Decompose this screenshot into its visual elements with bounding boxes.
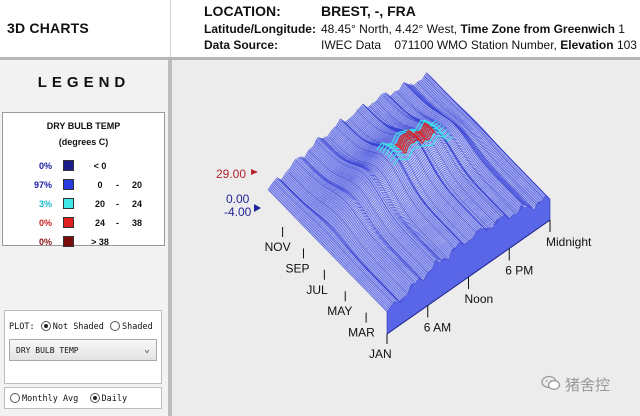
chevron-down-icon[interactable]: ⌄	[144, 344, 150, 355]
location-value: BREST, -, FRA	[321, 3, 416, 19]
legend-heading: LEGEND	[37, 74, 131, 91]
hour-label: 6 AM	[424, 321, 451, 335]
legend-range-low: 0	[97, 180, 103, 190]
legend-box: DRY BULB TEMP (degrees C) 0% < 0 97% 0-20 3%…	[2, 112, 165, 247]
period-options-panel: Monthly Avg Daily	[4, 387, 162, 409]
plot-options-row: PLOT: Not Shaded Shaded	[9, 321, 153, 332]
z-max-marker	[251, 169, 258, 175]
month-label: NOV	[265, 240, 291, 254]
legend-range-high: 38	[131, 218, 142, 228]
legend-range-low: > 38	[91, 237, 109, 247]
watermark: 猪舍控	[541, 372, 637, 398]
legend-range-low: 20	[94, 199, 105, 209]
plot-label: PLOT:	[9, 322, 35, 332]
legend-range-low: < 0	[93, 161, 107, 171]
daily-radio[interactable]	[89, 393, 100, 403]
month-label: MAY	[327, 304, 352, 318]
month-label: JUL	[306, 283, 328, 297]
legend-percent: 97%	[33, 180, 52, 190]
latlon-value: 48.45° North, 4.42° West,	[321, 22, 458, 36]
legend-swatch	[63, 236, 74, 247]
legend-range-dash: -	[116, 218, 119, 228]
legend-row: 0% < 0	[3, 159, 164, 175]
legend-percent: 0%	[38, 237, 52, 247]
legend-range-high: 24	[131, 199, 142, 209]
latlon-label: Latitude/Longitude:	[204, 22, 316, 36]
hour-label: Noon	[465, 292, 494, 306]
legend-row: 3% 20 - 24	[3, 197, 164, 213]
z-min-marker	[254, 204, 261, 212]
source-value-group: IWEC Data 071100 WMO Station Number, Ele…	[321, 38, 640, 52]
watermark-text: 猪舍控	[565, 376, 611, 394]
z-zero-label: 0.00	[226, 192, 250, 206]
month-label: MAR	[348, 326, 375, 340]
hour-label: 6 PM	[505, 264, 533, 278]
variable-select[interactable]: DRY BULB TEMP ⌄	[9, 339, 157, 361]
not-shaded-radio[interactable]	[40, 321, 51, 331]
month-label: JAN	[369, 347, 392, 361]
elevation-label: Elevation	[560, 38, 614, 52]
legend-row: 0% 24 - 38	[3, 216, 164, 232]
legend-percent: 0%	[38, 218, 52, 228]
chart-area: JAN MAR MAY JUL SEP NOV 6 AM Noon 6 PM Midnight 29…	[172, 60, 640, 416]
legend-swatch	[63, 160, 74, 171]
daily-label[interactable]: Daily	[102, 394, 128, 404]
legend-range-dash: -	[116, 180, 119, 190]
monthly-avg-label[interactable]: Monthly Avg	[22, 394, 78, 404]
source-value: IWEC Data	[321, 38, 382, 52]
monthly-avg-radio[interactable]	[10, 393, 20, 403]
legend-percent: 3%	[38, 199, 52, 209]
surface-chart: JAN MAR MAY JUL SEP NOV 6 AM Noon 6 PM Midnight 29…	[216, 72, 592, 361]
z-max-label: 29.00	[216, 167, 246, 181]
z-min-label: -4.00	[224, 205, 252, 219]
latlon-value-group: 48.45° North, 4.42° West, Time Zone from…	[321, 22, 625, 36]
legend-swatch	[63, 198, 74, 209]
shaded-label[interactable]: Shaded	[122, 322, 153, 332]
station-value: 071100 WMO Station Number,	[394, 38, 557, 52]
variable-select-value: DRY BULB TEMP	[16, 346, 79, 355]
timezone-value: 1	[618, 22, 625, 36]
hour-label: Midnight	[546, 235, 592, 249]
plot-options-panel: PLOT: Not Shaded Shaded DRY BULB TEMP ⌄	[4, 310, 162, 384]
timezone-label: Time Zone from Greenwich	[460, 22, 615, 36]
location-label: LOCATION:	[204, 3, 281, 19]
legend-swatch	[63, 217, 74, 228]
source-label: Data Source:	[204, 38, 279, 52]
legend-units: (degrees C)	[58, 137, 109, 147]
legend-title: DRY BULB TEMP	[46, 121, 121, 131]
station-info-header: LOCATION: BREST, -, FRA Latitude/Longitu…	[170, 0, 640, 57]
elevation-value: 103 m	[616, 38, 640, 52]
not-shaded-label[interactable]: Not Shaded	[53, 322, 104, 332]
wechat-icon	[541, 375, 561, 390]
month-label: SEP	[285, 261, 309, 275]
shaded-radio[interactable]	[110, 321, 121, 331]
app-title: 3D CHARTS	[7, 20, 89, 36]
legend-percent: 0%	[38, 161, 52, 171]
legend-range-low: 24	[94, 218, 105, 228]
legend-range-dash: -	[116, 199, 119, 209]
legend-row: 97% 0 - 20	[3, 178, 164, 194]
legend-range-high: 20	[131, 180, 142, 190]
legend-swatch	[63, 179, 74, 190]
legend-row: 0% > 38	[3, 235, 164, 251]
